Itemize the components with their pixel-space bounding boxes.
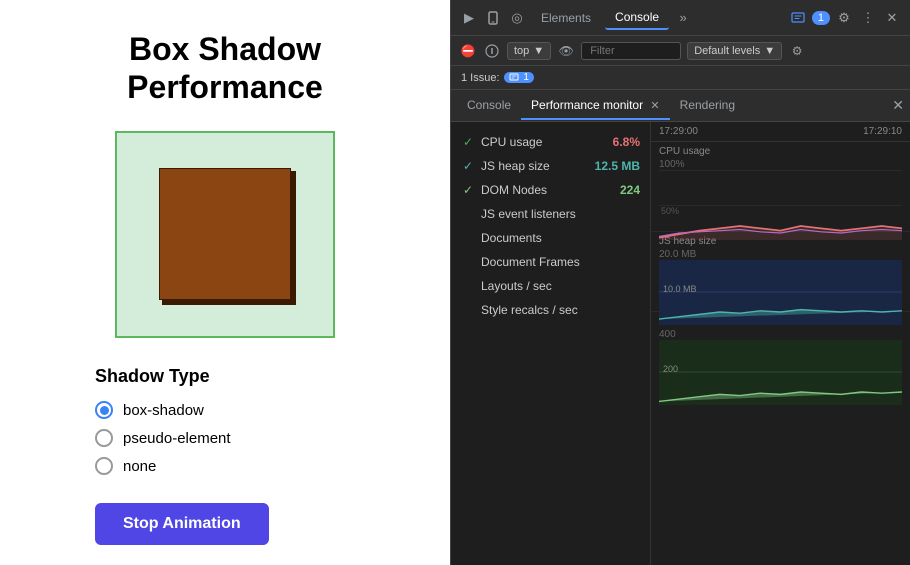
devtools-topbar: ▶ ◎ Elements Console » 1 ⚙ ⋮ ✕ — [451, 0, 910, 36]
radio-label-none: none — [123, 458, 156, 475]
shadow-type-section: Shadow Type box-shadow pseudo-element no… — [75, 366, 375, 545]
tab-console[interactable]: Console — [605, 6, 669, 30]
tab-panel-performance[interactable]: Performance monitor ✕ — [521, 92, 670, 120]
tab-panel-rendering[interactable]: Rendering — [670, 92, 745, 120]
shadow-type-label: Shadow Type — [95, 366, 375, 387]
radio-circle-pseudo — [95, 429, 113, 447]
cursor-icon[interactable]: ▶ — [459, 8, 479, 28]
check-event-listeners: ✓ — [461, 207, 475, 221]
perf-charts: 17:29:00 17:29:10 CPU usage 100% 50% — [651, 122, 910, 565]
devtools-thirdbar: 1 Issue: 1 — [451, 66, 910, 90]
metric-event-listeners[interactable]: ✓ JS event listeners — [451, 202, 650, 226]
settings-icon[interactable]: ⚙ — [834, 8, 854, 28]
metric-dom-value: 224 — [620, 183, 640, 197]
timestamp-2: 17:29:10 — [863, 126, 902, 137]
close-perf-tab[interactable]: ✕ — [650, 100, 659, 112]
timestamp-1: 17:29:00 — [659, 126, 698, 137]
metric-dom[interactable]: ✓ DOM Nodes 224 — [451, 178, 650, 202]
metric-layouts[interactable]: ✓ Layouts / sec — [451, 274, 650, 298]
metric-dom-name: DOM Nodes — [481, 183, 547, 197]
feedback-badge: 1 — [812, 11, 830, 25]
radio-group: box-shadow pseudo-element none — [95, 401, 375, 475]
metric-style-recalcs[interactable]: ✓ Style recalcs / sec — [451, 298, 650, 322]
check-layouts: ✓ — [461, 279, 475, 293]
radio-pseudo-element[interactable]: pseudo-element — [95, 429, 375, 447]
issues-badge: 1 — [504, 72, 534, 83]
check-style-recalcs: ✓ — [461, 303, 475, 317]
shadow-box-container — [115, 131, 335, 338]
eye-icon[interactable]: 👁 — [557, 42, 575, 60]
cpu-chart-area: 50% — [659, 170, 902, 240]
close-panel-button[interactable]: ✕ — [892, 97, 904, 114]
filter-input[interactable] — [581, 42, 681, 60]
dom-200-label: 200 — [663, 364, 678, 374]
metric-style-name: Style recalcs / sec — [481, 303, 578, 317]
check-cpu: ✓ — [461, 135, 475, 149]
stop-animation-button[interactable]: Stop Animation — [95, 503, 269, 545]
more-tabs-icon[interactable]: » — [673, 8, 693, 28]
heap-chart-section: JS heap size 20.0 MB 10.0 MB — [651, 232, 910, 312]
metric-event-name: JS event listeners — [481, 207, 576, 221]
devtools-secondbar: ⛔ top ▼ 👁 Default levels ▼ ⚙ — [451, 36, 910, 66]
heap-size-label: 20.0 MB — [659, 249, 902, 260]
more-options-icon[interactable]: ⋮ — [858, 8, 878, 28]
page-title: Box Shadow Performance — [127, 30, 323, 107]
dom-svg — [659, 340, 902, 405]
block-icon[interactable]: ◎ — [507, 8, 527, 28]
tab-panel-console[interactable]: Console — [457, 92, 521, 120]
devtools-panel: ▶ ◎ Elements Console » 1 ⚙ ⋮ ✕ ⛔ — [450, 0, 910, 565]
metric-docs-name: Documents — [481, 231, 542, 245]
check-dom: ✓ — [461, 183, 475, 197]
cpu-svg — [659, 170, 902, 240]
perf-metrics-list: ✓ CPU usage 6.8% ✓ JS heap size 12.5 MB … — [451, 122, 651, 565]
heap-10mb-label: 10.0 MB — [663, 284, 697, 294]
close-icon[interactable]: ✕ — [882, 8, 902, 28]
cpu-100-label: 100% — [659, 159, 902, 170]
check-heap: ✓ — [461, 159, 475, 173]
metric-cpu[interactable]: ✓ CPU usage 6.8% — [451, 130, 650, 154]
dom-chart-area: 200 — [659, 340, 902, 405]
radio-box-shadow[interactable]: box-shadow — [95, 401, 375, 419]
left-panel: Box Shadow Performance Shadow Type box-s… — [0, 0, 450, 565]
metric-heap-name: JS heap size — [481, 159, 550, 173]
chart-timestamps: 17:29:00 17:29:10 — [651, 122, 910, 142]
check-documents: ✓ — [461, 231, 475, 245]
metric-heap-value: 12.5 MB — [595, 159, 640, 173]
tab-elements[interactable]: Elements — [531, 7, 601, 29]
metric-heap[interactable]: ✓ JS heap size 12.5 MB — [451, 154, 650, 178]
cpu-chart-section: CPU usage 100% 50% — [651, 142, 910, 232]
clear-icon[interactable]: ⛔ — [459, 42, 477, 60]
perf-monitor: ✓ CPU usage 6.8% ✓ JS heap size 12.5 MB … — [451, 122, 910, 565]
metric-documents[interactable]: ✓ Documents — [451, 226, 650, 250]
radio-circle-none — [95, 457, 113, 475]
mobile-icon[interactable] — [483, 8, 503, 28]
metric-layouts-name: Layouts / sec — [481, 279, 552, 293]
devtools-tabbar: Console Performance monitor ✕ Rendering … — [451, 90, 910, 122]
stop-icon[interactable] — [483, 42, 501, 60]
metric-cpu-value: 6.8% — [613, 135, 640, 149]
levels-dropdown[interactable]: Default levels ▼ — [687, 42, 782, 60]
radio-label-box-shadow: box-shadow — [123, 402, 204, 419]
check-doc-frames: ✓ — [461, 255, 475, 269]
metric-frames-name: Document Frames — [481, 255, 580, 269]
metric-doc-frames[interactable]: ✓ Document Frames — [451, 250, 650, 274]
settings-icon-2[interactable]: ⚙ — [788, 42, 806, 60]
radio-circle-box-shadow — [95, 401, 113, 419]
radio-none[interactable]: none — [95, 457, 375, 475]
issues-label: 1 Issue: — [461, 72, 500, 84]
radio-label-pseudo: pseudo-element — [123, 430, 231, 447]
heap-chart-area: 10.0 MB — [659, 260, 902, 325]
dom-400-label: 400 — [659, 329, 902, 340]
metric-cpu-name: CPU usage — [481, 135, 542, 149]
feedback-icon[interactable] — [788, 8, 808, 28]
top-dropdown[interactable]: top ▼ — [507, 42, 551, 60]
animated-box — [160, 169, 290, 299]
cpu-chart-label: CPU usage — [659, 146, 902, 157]
